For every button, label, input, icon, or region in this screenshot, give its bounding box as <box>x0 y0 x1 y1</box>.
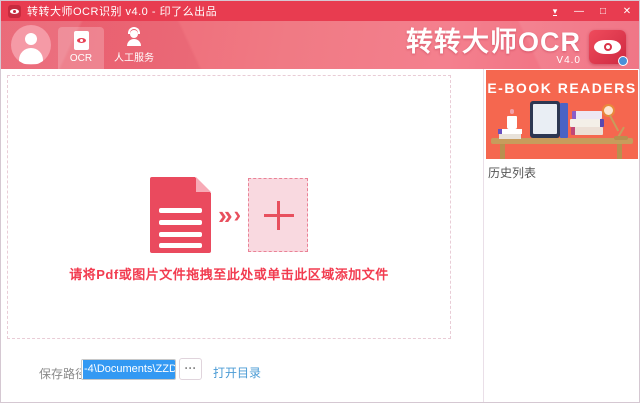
brand-logo: 转转大师OCR V4.0 <box>406 27 581 66</box>
window-controls: ▾ — □ ✕ <box>543 1 639 21</box>
skin-menu-button[interactable]: ▾ <box>543 1 567 21</box>
banner-title: E-BOOK READERS <box>487 80 637 96</box>
add-file-target[interactable] <box>247 178 308 252</box>
brand-eye-icon <box>589 30 628 66</box>
main-panel: » › 请将Pdf或图片文件拖拽至此处或单击此区域添加文件 保存路径: -4\D… <box>1 69 484 402</box>
chevron-double-icon: » <box>218 200 233 230</box>
maximize-button[interactable]: □ <box>591 1 615 21</box>
drop-illustration: » › <box>8 177 450 253</box>
title-bar: 转转大师OCR识别 v4.0 - 印了么出品 ▾ — □ ✕ <box>1 1 639 21</box>
user-avatar[interactable] <box>11 25 51 65</box>
tab-ocr[interactable]: OCR <box>58 27 104 69</box>
brand-name: 转转大师OCR <box>406 27 581 57</box>
ocr-document-icon <box>73 31 89 50</box>
save-path-value: -4\Documents\ZZDSOCR\Fil <box>83 360 175 379</box>
tab-label: OCR <box>69 53 93 64</box>
ereader-icon <box>530 101 560 138</box>
tab-bar: OCR 人工服务 <box>58 27 164 69</box>
save-path-bar: 保存路径: -4\Documents\ZZDSOCR\Fil ··· 打开目录 <box>1 337 483 402</box>
window-title: 转转大师OCR识别 v4.0 - 印了么出品 <box>27 6 218 18</box>
sidebar: E-BOOK READERS 历史列表 <box>485 69 639 402</box>
browse-button[interactable]: ··· <box>179 358 202 380</box>
document-file-icon <box>150 177 212 253</box>
chevron-single-icon: › <box>233 202 241 227</box>
app-logo-icon <box>8 4 21 18</box>
arrow-icons: » › <box>218 200 241 230</box>
drop-zone-tip: 请将Pdf或图片文件拖拽至此处或单击此区域添加文件 <box>69 267 389 282</box>
app-window: 转转大师OCR识别 v4.0 - 印了么出品 ▾ — □ ✕ OCR 人工服务 <box>0 0 640 403</box>
ebook-readers-banner[interactable]: E-BOOK READERS <box>486 70 638 159</box>
headset-person-icon <box>125 27 143 46</box>
close-button[interactable]: ✕ <box>615 1 639 21</box>
minimize-button[interactable]: — <box>567 1 591 21</box>
tab-manual-service[interactable]: 人工服务 <box>104 27 164 69</box>
header: OCR 人工服务 转转大师OCR V4.0 <box>1 21 639 69</box>
cup-icon <box>507 116 517 129</box>
lock-badge-icon <box>618 56 628 66</box>
tab-label: 人工服务 <box>114 53 154 64</box>
book-icon <box>560 103 568 138</box>
open-directory-link[interactable]: 打开目录 <box>213 364 261 381</box>
history-list-label: 历史列表 <box>488 166 537 180</box>
file-drop-zone[interactable]: » › 请将Pdf或图片文件拖拽至此处或单击此区域添加文件 <box>7 75 451 339</box>
save-path-input[interactable]: -4\Documents\ZZDSOCR\Fil <box>81 359 176 380</box>
